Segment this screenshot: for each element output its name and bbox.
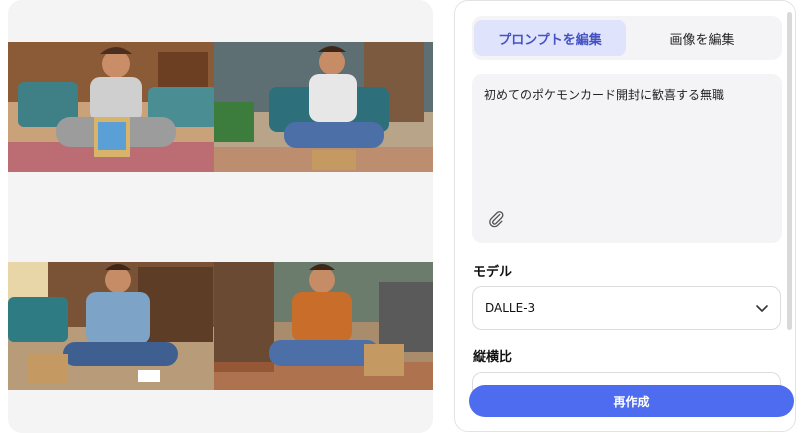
prompt-text[interactable]: 初めてのポケモンカード開封に歓喜する無職: [484, 86, 770, 104]
edit-mode-tabs: プロンプトを編集 画像を編集: [472, 16, 782, 60]
generated-image-4[interactable]: [214, 262, 433, 390]
tab-edit-prompt[interactable]: プロンプトを編集: [474, 20, 626, 56]
model-value: DALLE-3: [485, 301, 536, 315]
model-select[interactable]: DALLE-3: [472, 286, 781, 330]
paperclip-icon[interactable]: [486, 209, 506, 229]
prompt-input[interactable]: 初めてのポケモンカード開封に歓喜する無職: [472, 74, 782, 243]
generated-image-1[interactable]: [8, 42, 218, 172]
model-label: モデル: [473, 265, 513, 280]
generated-image-3[interactable]: [8, 262, 218, 390]
aspect-ratio-label: 縦横比: [473, 350, 513, 365]
tab-edit-image[interactable]: 画像を編集: [626, 20, 778, 56]
regenerate-button[interactable]: 再作成: [469, 385, 794, 417]
chevron-down-icon: [754, 300, 770, 316]
image-gallery: [8, 0, 433, 433]
panel-scrollbar[interactable]: [787, 12, 792, 330]
generated-image-2[interactable]: [214, 42, 433, 172]
